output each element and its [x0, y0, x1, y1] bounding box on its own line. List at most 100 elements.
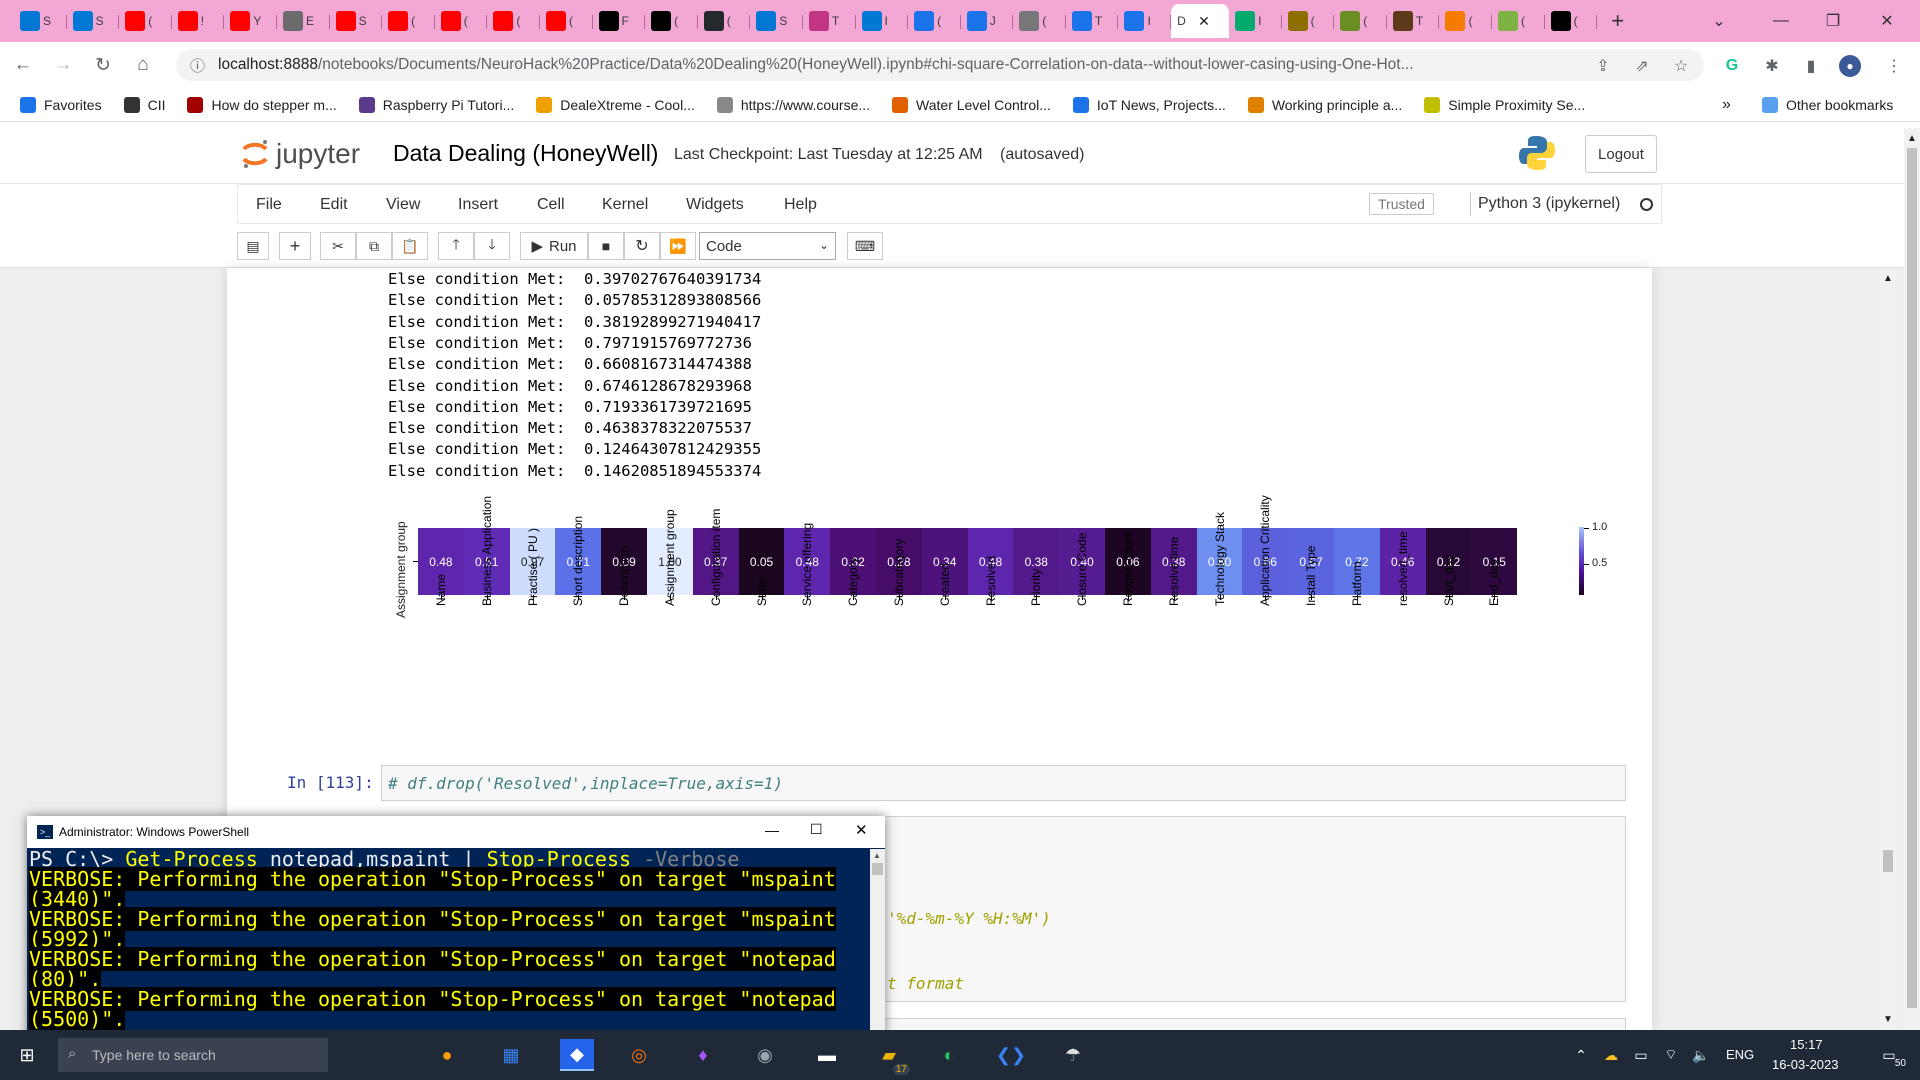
move-down-icon[interactable]: 🡓: [474, 232, 510, 260]
scroll-down-icon[interactable]: ▼: [1883, 1014, 1893, 1025]
menu-dots-icon[interactable]: ⋮: [1883, 55, 1905, 77]
menu-file[interactable]: File: [256, 196, 282, 214]
extensions-icon[interactable]: ✱: [1761, 55, 1783, 77]
grammarly-icon[interactable]: G: [1721, 55, 1743, 77]
browser-tab[interactable]: (: [382, 4, 435, 38]
site-info-icon[interactable]: ⓘ: [190, 55, 205, 76]
browser-tab[interactable]: T: [803, 4, 856, 38]
menu-cell[interactable]: Cell: [537, 196, 565, 214]
browser-tab[interactable]: (: [540, 4, 593, 38]
menu-view[interactable]: View: [386, 196, 420, 214]
browser-tab[interactable]: S: [14, 4, 67, 38]
browser-tab[interactable]: (: [1334, 4, 1387, 38]
start-windows-icon[interactable]: ⊞: [10, 1039, 44, 1071]
browser-tab[interactable]: I: [856, 4, 909, 38]
copy-icon[interactable]: ⧉: [356, 232, 392, 260]
browser-tab[interactable]: (: [908, 4, 961, 38]
restart-run-all-icon[interactable]: ⏩: [660, 232, 696, 260]
move-up-icon[interactable]: 🡑: [438, 232, 474, 260]
clock-date[interactable]: 16-03-2023: [1772, 1057, 1839, 1072]
browser-tab[interactable]: Y: [224, 4, 277, 38]
bookmarks-overflow-icon[interactable]: »: [1722, 96, 1731, 114]
browser-tab[interactable]: !: [172, 4, 225, 38]
browser-tab[interactable]: (: [1013, 4, 1066, 38]
ps-close-icon[interactable]: ✕: [855, 821, 868, 839]
bookmark-item[interactable]: Raspberry Pi Tutori...: [358, 96, 514, 113]
url-input[interactable]: ⓘ localhost:8888/notebooks/Documents/Neu…: [176, 49, 1704, 81]
notification-icon[interactable]: ▭ 50: [1872, 1039, 1906, 1071]
sidepanel-icon[interactable]: ▮: [1800, 55, 1822, 77]
browser-tab[interactable]: (: [1492, 4, 1545, 38]
taskbar-search-input[interactable]: ⌕ Type here to search: [58, 1038, 328, 1072]
insert-cell-icon[interactable]: +: [279, 232, 311, 260]
powershell-window[interactable]: >_ Administrator: Windows PowerShell — ☐…: [27, 816, 885, 1059]
browser-tab[interactable]: (: [1282, 4, 1335, 38]
browser-tab[interactable]: S: [750, 4, 803, 38]
reload-icon[interactable]: ↻: [86, 48, 120, 82]
app-icon[interactable]: ◎: [622, 1039, 656, 1071]
folder-icon[interactable]: ▰ 17: [872, 1039, 910, 1075]
app2-icon[interactable]: ♦: [686, 1039, 720, 1071]
browser-tab[interactable]: (: [698, 4, 751, 38]
close-tab-icon[interactable]: ✕: [1198, 13, 1210, 30]
browser-tab[interactable]: T: [1066, 4, 1119, 38]
app5-icon[interactable]: ☂: [1056, 1039, 1090, 1071]
browser-tab[interactable]: T: [1387, 4, 1440, 38]
paste-icon[interactable]: 📋: [392, 232, 428, 260]
trusted-badge[interactable]: Trusted: [1369, 193, 1434, 215]
bookmark-item[interactable]: Water Level Control...: [892, 96, 1051, 113]
close-window-icon[interactable]: ✕: [1862, 0, 1912, 42]
install-icon[interactable]: ⇪: [1592, 55, 1614, 77]
other-bookmarks[interactable]: Other bookmarks: [1762, 96, 1893, 113]
star-icon[interactable]: ☆: [1670, 55, 1692, 77]
home-icon[interactable]: ⌂: [126, 48, 160, 82]
bookmark-item[interactable]: CII: [123, 96, 165, 113]
tab-search-icon[interactable]: ⌄: [1694, 0, 1744, 42]
browser-tab[interactable]: (: [1545, 4, 1598, 38]
tray-onedrive-icon[interactable]: ☁: [1594, 1039, 1628, 1071]
browser-tab[interactable]: I: [1229, 4, 1282, 38]
forward-icon[interactable]: →: [46, 48, 80, 82]
page-scroll-up-icon[interactable]: ▲: [1907, 133, 1917, 144]
browser-tab[interactable]: (: [487, 4, 540, 38]
bookmark-item[interactable]: DealeXtreme - Cool...: [536, 96, 695, 113]
menu-edit[interactable]: Edit: [320, 196, 348, 214]
cut-icon[interactable]: ✂: [320, 232, 356, 260]
bookmark-item[interactable]: Working principle a...: [1247, 96, 1402, 113]
clock-time[interactable]: 15:17: [1790, 1037, 1823, 1052]
browser-tab[interactable]: (: [1439, 4, 1492, 38]
run-button[interactable]: ▶ Run: [520, 232, 588, 260]
keyboard-icon[interactable]: ⌨: [847, 232, 883, 260]
browser-tab[interactable]: F: [593, 4, 646, 38]
minimize-icon[interactable]: —: [1756, 0, 1806, 42]
browser-tab[interactable]: S: [330, 4, 383, 38]
bookmark-item[interactable]: IoT News, Projects...: [1072, 96, 1226, 113]
logout-button[interactable]: Logout: [1585, 135, 1657, 173]
ps-minimize-icon[interactable]: —: [765, 822, 779, 838]
powershell-titlebar[interactable]: >_ Administrator: Windows PowerShell — ☐…: [27, 816, 885, 848]
cell-type-select[interactable]: Code ⌄: [699, 232, 836, 260]
bookmark-item[interactable]: https://www.course...: [716, 96, 870, 113]
ps-scroll-thumb[interactable]: [872, 863, 883, 875]
share-icon[interactable]: ⇗: [1631, 55, 1653, 77]
restart-icon[interactable]: ↻: [624, 232, 660, 260]
menu-widgets[interactable]: Widgets: [686, 196, 744, 214]
notebook-title[interactable]: Data Dealing (HoneyWell): [393, 140, 658, 167]
bookmark-item[interactable]: How do stepper m...: [187, 96, 337, 113]
bookmark-item[interactable]: Favorites: [20, 96, 102, 113]
code-cell[interactable]: # df.drop('Resolved',inplace=True,axis=1…: [381, 765, 1626, 801]
jupyter-logo[interactable]: jupyter: [240, 138, 360, 170]
powershell-console[interactable]: PS C:\> Get-Process notepad,mspaint | St…: [29, 849, 872, 1057]
avatar[interactable]: ●: [1839, 55, 1861, 77]
menu-insert[interactable]: Insert: [458, 196, 498, 214]
scroll-thumb[interactable]: [1883, 850, 1893, 872]
app3-icon[interactable]: ◉: [748, 1039, 782, 1071]
restore-icon[interactable]: ❐: [1808, 0, 1858, 42]
browser-tab[interactable]: J: [961, 4, 1014, 38]
save-icon[interactable]: ▤: [237, 232, 269, 260]
notebook-scrollbar[interactable]: ▲ ▼: [1880, 268, 1896, 1030]
scroll-up-icon[interactable]: ▲: [1883, 273, 1893, 284]
volume-icon[interactable]: 🔈: [1684, 1039, 1718, 1071]
explorer-icon[interactable]: ▦: [494, 1039, 528, 1071]
language-indicator[interactable]: ENG: [1726, 1047, 1754, 1062]
